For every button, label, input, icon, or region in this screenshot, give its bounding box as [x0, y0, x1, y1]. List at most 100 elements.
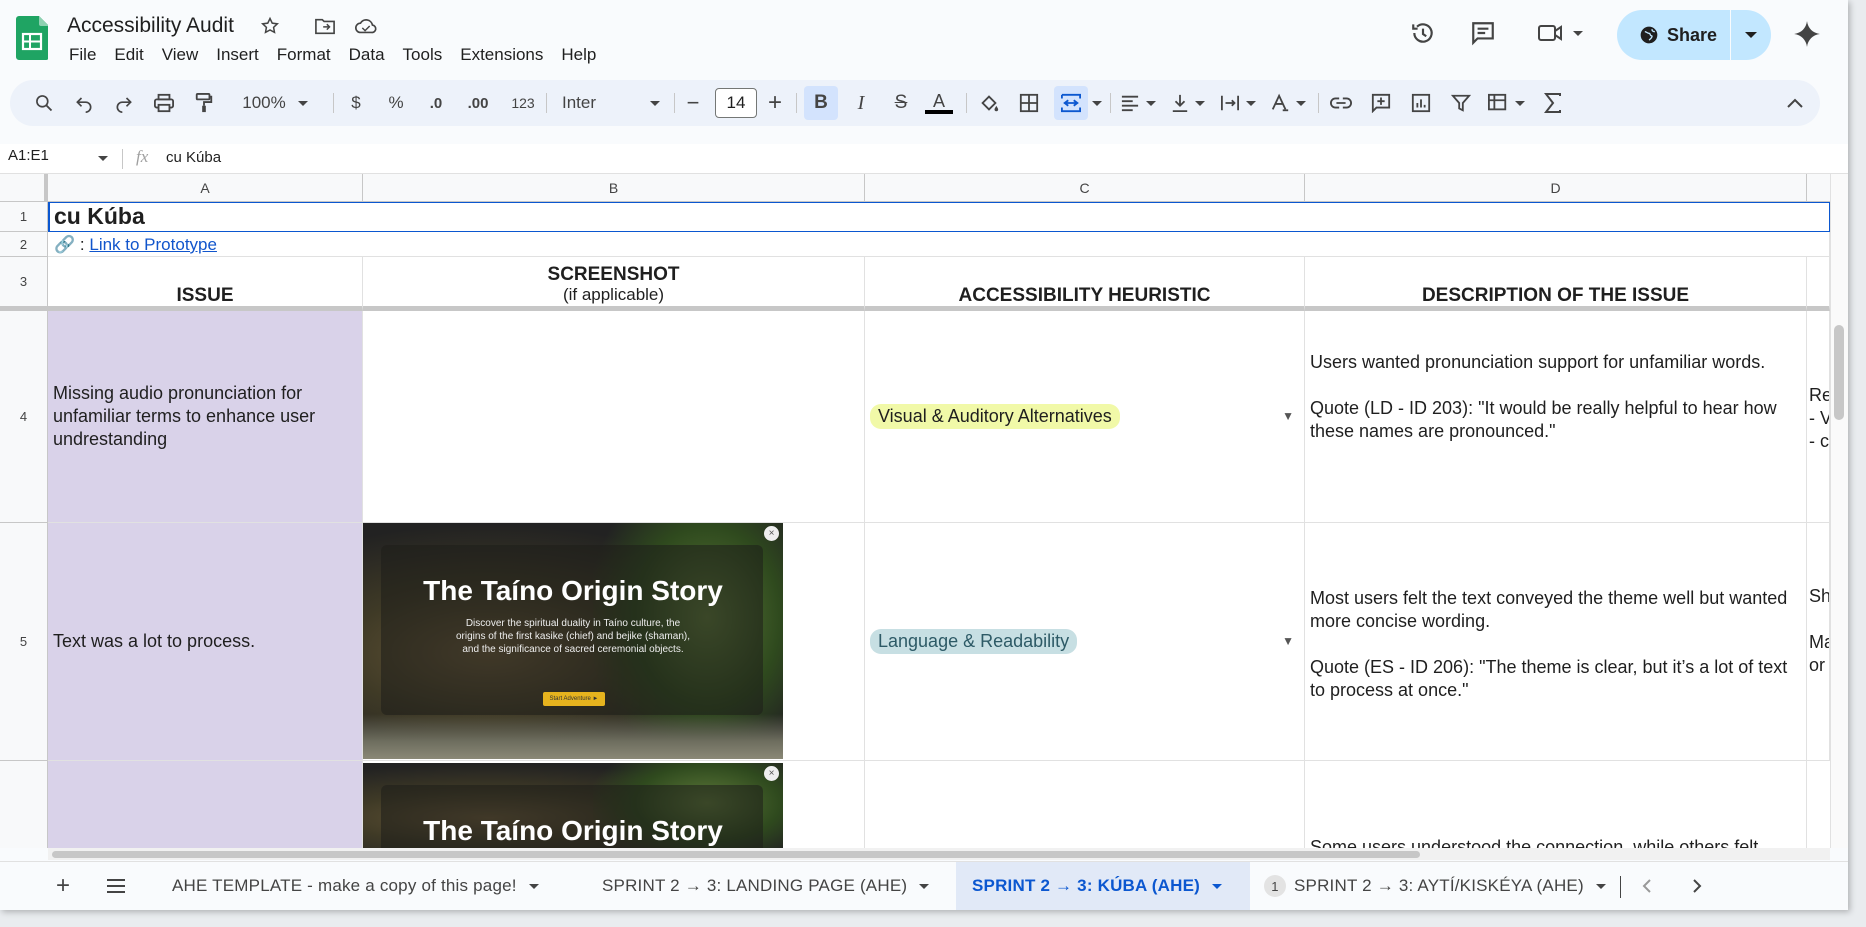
- screenshot-image-row5[interactable]: The Taíno Origin Story Discover the spir…: [363, 523, 783, 759]
- more-formats-button[interactable]: 123: [506, 80, 540, 126]
- paint-format-icon[interactable]: [190, 80, 218, 126]
- menu-extensions[interactable]: Extensions: [451, 44, 552, 66]
- column-header-a[interactable]: A: [48, 174, 363, 202]
- version-history-icon[interactable]: [1408, 18, 1438, 48]
- heuristic-cell-row6[interactable]: [865, 761, 1305, 848]
- undo-icon[interactable]: [70, 80, 98, 126]
- gemini-icon[interactable]: [1791, 18, 1823, 50]
- filter-views-icon[interactable]: [1484, 80, 1528, 126]
- col-e-cell-row5[interactable]: Sh Ma or: [1807, 523, 1830, 761]
- description-cell-row6[interactable]: Some users understood the connection, wh…: [1305, 761, 1807, 848]
- chevron-down-icon[interactable]: [1212, 883, 1223, 889]
- share-dropdown-icon[interactable]: [1731, 32, 1771, 38]
- increase-decimal-button[interactable]: .00: [461, 80, 495, 126]
- sheet-title-cell[interactable]: cu Kúba: [48, 202, 1830, 232]
- doc-title[interactable]: Accessibility Audit: [67, 14, 234, 38]
- menu-view[interactable]: View: [153, 44, 208, 66]
- chevron-down-icon[interactable]: [919, 883, 930, 889]
- font-size-input[interactable]: 14: [715, 88, 757, 118]
- search-menus-icon[interactable]: [30, 80, 58, 126]
- heuristic-cell-row5[interactable]: Language & Readability ▼: [865, 523, 1305, 761]
- menu-data[interactable]: Data: [340, 44, 394, 66]
- chip-dropdown-icon[interactable]: ▼: [1282, 405, 1294, 428]
- text-rotation-icon[interactable]: [1266, 80, 1310, 126]
- merge-cells-icon[interactable]: [1054, 86, 1088, 120]
- header-issue[interactable]: ISSUE: [48, 257, 363, 311]
- description-cell-row5[interactable]: Most users felt the text conveyed the th…: [1305, 523, 1807, 761]
- zoom-select[interactable]: 100%: [232, 80, 318, 126]
- star-icon[interactable]: [258, 14, 282, 38]
- redo-icon[interactable]: [110, 80, 138, 126]
- column-header-d[interactable]: D: [1305, 174, 1807, 202]
- functions-icon[interactable]: [1538, 80, 1568, 126]
- insert-chart-icon[interactable]: [1406, 80, 1436, 126]
- add-sheet-icon[interactable]: +: [56, 862, 70, 910]
- filter-icon[interactable]: [1446, 80, 1476, 126]
- scroll-tabs-right-icon[interactable]: [1692, 862, 1702, 910]
- vertical-scroll-thumb[interactable]: [1834, 325, 1844, 420]
- vertical-align-icon[interactable]: [1166, 80, 1210, 126]
- header-heuristic[interactable]: ACCESSIBILITY HEURISTIC: [865, 257, 1305, 311]
- increase-font-size-button[interactable]: +: [762, 80, 788, 126]
- issue-cell-row6[interactable]: [48, 761, 363, 848]
- header-description[interactable]: DESCRIPTION OF THE ISSUE: [1305, 257, 1807, 311]
- prototype-link[interactable]: Link to Prototype: [89, 235, 217, 254]
- insert-comment-icon[interactable]: [1366, 80, 1396, 126]
- heuristic-chip-row5[interactable]: Language & Readability: [870, 629, 1078, 654]
- cloud-status-icon[interactable]: [354, 14, 378, 38]
- column-header-b[interactable]: B: [363, 174, 865, 202]
- strikethrough-button[interactable]: S: [886, 80, 916, 126]
- screenshot-image-row6[interactable]: The Taíno Origin Story ×: [363, 763, 783, 848]
- font-select[interactable]: Inter: [556, 80, 666, 126]
- row-header-4[interactable]: 4: [0, 311, 48, 523]
- row-header-5[interactable]: 5: [0, 523, 48, 761]
- comments-icon[interactable]: [1468, 18, 1498, 48]
- bold-button[interactable]: B: [804, 86, 838, 120]
- chevron-down-icon[interactable]: [1595, 883, 1606, 889]
- row-header-1[interactable]: 1: [0, 202, 48, 232]
- merge-dropdown-icon[interactable]: [1090, 80, 1104, 126]
- col-e-cell-row4[interactable]: Re - V - c: [1807, 311, 1830, 523]
- menu-tools[interactable]: Tools: [394, 44, 452, 66]
- italic-button[interactable]: I: [846, 80, 876, 126]
- link-cell[interactable]: 🔗 : Link to Prototype: [48, 232, 1830, 257]
- text-color-button[interactable]: A: [922, 80, 956, 126]
- issue-cell-row5[interactable]: Text was a lot to process.: [48, 523, 363, 761]
- name-box-dropdown-icon[interactable]: [98, 156, 108, 161]
- chevron-down-icon[interactable]: [528, 883, 539, 889]
- column-header-c[interactable]: C: [865, 174, 1305, 202]
- fill-color-icon[interactable]: [974, 80, 1004, 126]
- header-e[interactable]: [1807, 257, 1830, 311]
- share-button[interactable]: Share: [1617, 25, 1730, 46]
- header-screenshot[interactable]: SCREENSHOT (if applicable): [363, 257, 865, 311]
- sheet-tab-ayti[interactable]: 1 SPRINT 2 → 3: AYTÍ/KISKÉYA (AHE): [1264, 862, 1606, 910]
- menu-edit[interactable]: Edit: [105, 44, 152, 66]
- borders-icon[interactable]: [1014, 80, 1044, 126]
- sheet-tab-kuba[interactable]: SPRINT 2 → 3: KÚBA (AHE): [956, 862, 1250, 910]
- row-header-6[interactable]: [0, 761, 48, 848]
- scroll-tabs-left-icon[interactable]: [1642, 862, 1652, 910]
- decrease-font-size-button[interactable]: −: [680, 80, 706, 126]
- row-header-2[interactable]: 2: [0, 232, 48, 257]
- row-header-3[interactable]: 3: [0, 257, 48, 311]
- formula-input[interactable]: cu Kúba: [166, 149, 221, 166]
- description-cell-row4[interactable]: Users wanted pronunciation support for u…: [1305, 311, 1807, 523]
- decrease-decimal-button[interactable]: .0: [421, 80, 451, 126]
- all-sheets-icon[interactable]: [106, 862, 126, 910]
- sheets-logo-icon[interactable]: [16, 16, 48, 60]
- menu-help[interactable]: Help: [552, 44, 605, 66]
- percent-format-button[interactable]: %: [383, 80, 409, 126]
- horizontal-scroll-thumb[interactable]: [52, 851, 1420, 858]
- select-all-corner[interactable]: [0, 174, 48, 202]
- menu-file[interactable]: File: [60, 44, 105, 66]
- sheet-tab-template[interactable]: AHE TEMPLATE - make a copy of this page!: [172, 862, 539, 910]
- heuristic-chip-row4[interactable]: Visual & Auditory Alternatives: [870, 404, 1120, 429]
- name-box[interactable]: A1:E1: [8, 147, 49, 164]
- meet-icon[interactable]: [1535, 18, 1585, 48]
- menu-insert[interactable]: Insert: [207, 44, 268, 66]
- collapse-toolbar-icon[interactable]: [1780, 80, 1810, 126]
- menu-format[interactable]: Format: [268, 44, 340, 66]
- vertical-scrollbar[interactable]: [1830, 174, 1848, 848]
- horizontal-align-icon[interactable]: [1116, 80, 1160, 126]
- move-folder-icon[interactable]: [313, 14, 337, 38]
